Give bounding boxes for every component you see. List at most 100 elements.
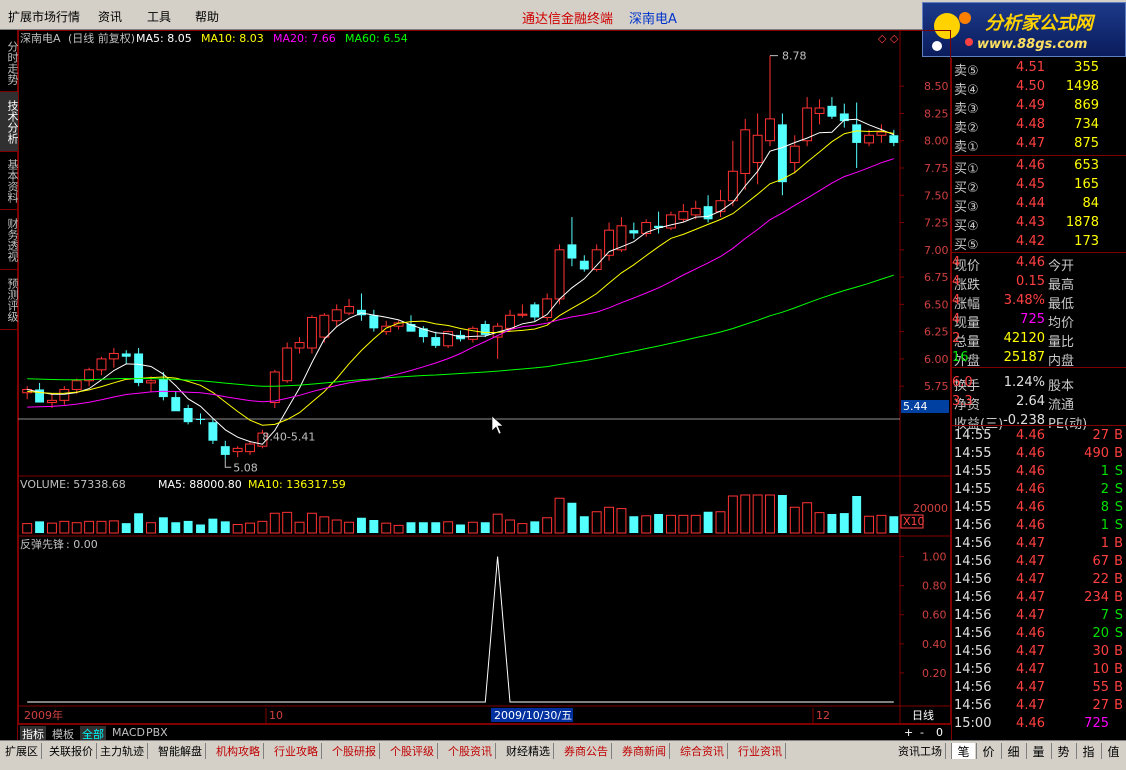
- stat-row-cell: 1.24%: [1003, 375, 1045, 390]
- menu-extended-market[interactable]: 扩展市场行情: [8, 8, 80, 25]
- right-tab[interactable]: 细: [1001, 743, 1025, 759]
- status-tab[interactable]: 主力轨迹: [97, 743, 148, 759]
- tick-row-cell: 27: [1092, 428, 1109, 443]
- candle-body-up: [306, 316, 317, 349]
- indicator-value: : 0.00: [66, 538, 98, 551]
- volume-bar-down: [171, 522, 181, 533]
- low-label: 5.08: [233, 461, 258, 474]
- candle-body-up: [690, 207, 701, 216]
- volume-bar-down: [134, 513, 144, 533]
- tab-forecast[interactable]: 预测评级: [0, 270, 19, 330]
- volume-bar-down: [480, 522, 490, 533]
- status-tab[interactable]: 行业攻略: [271, 743, 322, 759]
- right-tab[interactable]: 指: [1076, 743, 1100, 759]
- stat-row: 换手 1.24% 股本 6.0: [952, 374, 1126, 394]
- stat-row: 涨幅 3.48% 最低 4: [952, 292, 1126, 312]
- ask-row-cell: 734: [1074, 117, 1099, 132]
- tick-row-cell: 1: [1100, 536, 1109, 551]
- volume-bar-down: [827, 514, 837, 533]
- bid-row-cell: 4.43: [1016, 215, 1045, 230]
- status-tab[interactable]: 扩展区: [2, 743, 42, 759]
- tick-row-cell: 1: [1100, 518, 1109, 533]
- zoom-reset-button[interactable]: 0: [934, 726, 945, 739]
- menu-tools[interactable]: 工具: [147, 8, 171, 25]
- right-tab[interactable]: 笔: [951, 743, 975, 759]
- volume-bar-up: [864, 515, 875, 534]
- tick-row-cell: 725: [1084, 716, 1109, 731]
- volume-bar-up: [517, 523, 528, 534]
- status-tab[interactable]: 个股评级: [387, 743, 438, 759]
- ask-row-cell: 卖④: [954, 83, 979, 98]
- candle-body-up: [294, 342, 305, 349]
- zoom-out-button[interactable]: -: [918, 726, 926, 739]
- stat-row-cell: 4: [952, 274, 961, 289]
- tick-row-cell: 14:56: [954, 572, 992, 587]
- volume-bar-up: [641, 515, 652, 534]
- tick-row: 14:56 4.47 22 B: [952, 571, 1126, 590]
- menu-news[interactable]: 资讯: [98, 8, 122, 25]
- news-workshop-button[interactable]: 资讯工场: [895, 743, 946, 759]
- volume-legend-ma10: MA10: 136317.59: [248, 478, 346, 491]
- x-axis-label: 2009年: [24, 708, 63, 722]
- tab-intraday[interactable]: 分时走势: [0, 34, 19, 92]
- y-tick-label: 7.50: [924, 189, 949, 202]
- volume-bar-down: [567, 502, 577, 533]
- y-tick-label: 5.75: [924, 380, 949, 393]
- tick-row-cell: 67: [1092, 554, 1109, 569]
- candle-body-down: [183, 408, 193, 423]
- zoom-in-button[interactable]: +: [902, 726, 915, 739]
- chart-option-icons[interactable]: ◇ ◇: [878, 32, 899, 45]
- right-tab[interactable]: 量: [1026, 743, 1050, 759]
- app-title: 通达信金融终端: [522, 12, 614, 27]
- volume-bar-up: [678, 514, 689, 534]
- status-tab[interactable]: 个股研报: [329, 743, 380, 759]
- tick-row-cell: 15:00: [954, 716, 992, 731]
- candle-body-up: [232, 447, 243, 453]
- volume-bar-down: [777, 495, 787, 533]
- volume-bar-down: [121, 523, 131, 533]
- menu-help[interactable]: 帮助: [195, 8, 219, 25]
- volume-bar-down: [418, 522, 428, 533]
- tick-row-cell: 10: [1092, 662, 1109, 677]
- candle-body-up: [678, 211, 689, 220]
- status-tab[interactable]: 关联报价: [46, 743, 97, 759]
- status-tab[interactable]: 智能解盘: [155, 743, 206, 759]
- right-tab[interactable]: 势: [1051, 743, 1075, 759]
- volume-bar-up: [505, 519, 515, 534]
- volume-bar-up: [232, 524, 243, 534]
- status-tab[interactable]: 财经精选: [503, 743, 554, 759]
- bid-row: 买④ 4.43 1878: [952, 214, 1126, 234]
- tick-row: 14:56 4.47 27 B: [952, 697, 1126, 716]
- tab-technical-analysis[interactable]: 技术分析: [0, 92, 19, 152]
- bid-row: 买① 4.46 653: [952, 157, 1126, 177]
- volume-bar-up: [604, 506, 615, 534]
- status-tab[interactable]: 券商公告: [561, 743, 612, 759]
- tab-basic-info[interactable]: 基本资料: [0, 152, 19, 210]
- status-tab[interactable]: 行业资讯: [735, 743, 786, 759]
- status-tab[interactable]: 券商新闻: [619, 743, 670, 759]
- tick-row-cell: B: [1114, 428, 1123, 443]
- tick-row: 14:56 4.47 7 S: [952, 607, 1126, 626]
- tick-row-cell: 4.46: [1016, 716, 1045, 731]
- tab-macd[interactable]: MACD: [110, 726, 147, 739]
- status-tab[interactable]: 个股资讯: [445, 743, 496, 759]
- bid-row-cell: 买②: [954, 181, 979, 196]
- right-tab[interactable]: 价: [976, 743, 1000, 759]
- volume-bar-up: [71, 522, 82, 534]
- price-marker-label: 5.44: [903, 400, 928, 413]
- stat-row-cell: 4.46: [1016, 255, 1045, 270]
- tick-row: 14:55 4.46 2 S: [952, 481, 1126, 500]
- status-tab[interactable]: 综合资讯: [677, 743, 728, 759]
- right-tab[interactable]: 值: [1101, 743, 1125, 759]
- tick-row-cell: 4.47: [1016, 572, 1045, 587]
- volume-bar-up: [814, 512, 825, 534]
- tab-financial[interactable]: 财务透视: [0, 210, 19, 270]
- status-tab[interactable]: 机构攻略: [213, 743, 264, 759]
- stat-row: 外盘 25187 内盘 16: [952, 349, 1126, 369]
- tick-row-cell: B: [1114, 662, 1123, 677]
- volume-bar-up: [22, 523, 33, 534]
- y-tick-label: 6.25: [924, 326, 949, 339]
- tab-pbx[interactable]: PBX: [144, 726, 170, 739]
- volume-bar-up: [789, 506, 800, 534]
- volume-bar-up: [467, 521, 478, 534]
